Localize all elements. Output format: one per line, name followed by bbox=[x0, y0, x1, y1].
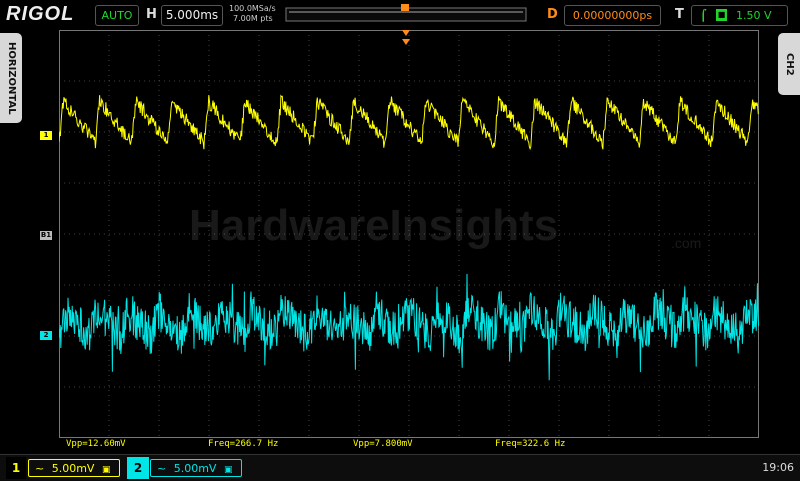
trigger-label: T bbox=[675, 7, 684, 22]
ch1-scale[interactable]: ~ 5.00mV ▣ bbox=[28, 459, 120, 477]
ch1-bandwidth-icon: ▣ bbox=[102, 465, 111, 475]
horizontal-menu-tab[interactable]: HORIZONTAL bbox=[0, 33, 22, 123]
delay-label: D bbox=[547, 7, 558, 22]
svg-text:.com: .com bbox=[671, 235, 701, 251]
ch2-scale-value: 5.00mV bbox=[174, 462, 217, 475]
ac-coupling-icon: ~ bbox=[35, 462, 44, 475]
trigger-settings[interactable]: ⌠ ■ 1.50 V bbox=[691, 5, 788, 26]
ch2-button[interactable]: 2 bbox=[127, 457, 149, 479]
ch1-offset-marker[interactable]: 1 bbox=[40, 131, 52, 140]
acquisition-info: 100.0MSa/s 7.00M pts bbox=[229, 4, 276, 24]
ch1-button[interactable]: 1 bbox=[6, 457, 26, 479]
ch1-scale-value: 5.00mV bbox=[52, 462, 95, 475]
brand-logo: RIGOL bbox=[6, 3, 74, 26]
measurement-vpp-2: Vpp=7.800mV bbox=[353, 438, 413, 450]
waveform-display: HardwareInsights .com bbox=[59, 30, 759, 438]
memory-position-bar[interactable] bbox=[285, 4, 527, 24]
top-status-bar: RIGOL AUTO H 5.000ms 100.0MSa/s 7.00M pt… bbox=[0, 0, 800, 30]
trigger-position-marker bbox=[401, 4, 409, 11]
measurement-freq-2: Freq=322.6 Hz bbox=[495, 438, 565, 450]
trigger-source-icon: ■ bbox=[716, 9, 727, 21]
delay-value[interactable]: 0.00000000ps bbox=[564, 5, 661, 26]
svg-text:HardwareInsights: HardwareInsights bbox=[189, 201, 558, 250]
reference-marker[interactable]: B1 bbox=[40, 231, 52, 240]
rising-edge-icon: ⌠ bbox=[700, 6, 707, 25]
ch2-offset-marker[interactable]: 2 bbox=[40, 331, 52, 340]
horizontal-label: H bbox=[146, 7, 157, 22]
memory-depth: 7.00M pts bbox=[229, 14, 276, 24]
channel-status-bar: 1 ~ 5.00mV ▣ 2 ~ 5.00mV ▣ 19:06 bbox=[0, 454, 800, 481]
sample-rate: 100.0MSa/s bbox=[229, 4, 276, 14]
measurement-vpp-1: Vpp=12.60mV bbox=[66, 438, 126, 450]
measurement-freq-1: Freq=266.7 Hz bbox=[208, 438, 278, 450]
ch2-scale[interactable]: ~ 5.00mV ▣ bbox=[150, 459, 242, 477]
trigger-level: 1.50 V bbox=[736, 6, 772, 25]
ch2-menu-tab[interactable]: CH2 bbox=[778, 33, 800, 95]
ac-coupling-icon-2: ~ bbox=[157, 462, 166, 475]
timebase-value[interactable]: 5.000ms bbox=[161, 5, 223, 26]
ch2-bandwidth-icon: ▣ bbox=[224, 465, 233, 475]
clock: 19:06 bbox=[762, 459, 794, 477]
run-status-button[interactable]: AUTO bbox=[95, 5, 139, 26]
